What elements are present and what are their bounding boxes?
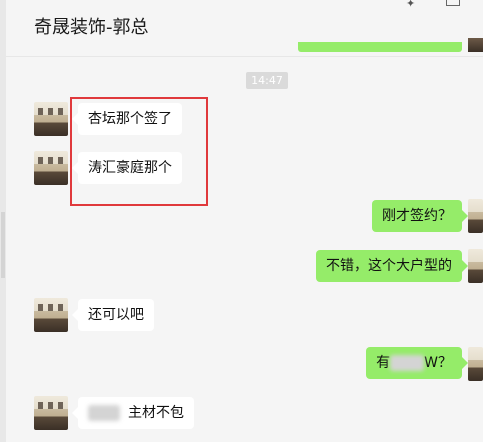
left-panel-edge [0,0,6,442]
message-bubble-outgoing[interactable]: 刚才签约？ [372,200,468,232]
message-text: 刚才签约？ [382,208,452,224]
contact-avatar[interactable] [34,298,68,332]
message-timestamp: 14:47 [246,72,288,89]
message-text-suffix: W？ [424,355,452,371]
message-bubble-outgoing[interactable]: 有 W？ [366,347,468,379]
contact-avatar[interactable] [34,151,68,185]
message-text-suffix: 主材不包 [128,405,184,421]
my-avatar[interactable] [468,347,483,381]
highlight-annotation-box [70,97,208,206]
message-bubble-incoming[interactable]: 主材不包 [72,397,194,429]
redacted-text [390,355,425,371]
message-bubble-outgoing[interactable]: 不错，这个大户型的 [316,250,468,282]
chat-title: 奇晟装饰-郭总 [34,17,149,38]
contact-avatar[interactable] [34,396,68,430]
message-text: 不错，这个大户型的 [326,258,452,274]
message-text: 还可以吧 [88,307,144,323]
pin-icon[interactable]: ✦ [406,0,420,11]
message-text-prefix: 有 [376,355,391,371]
my-avatar[interactable] [468,249,483,283]
avatar[interactable] [468,38,483,52]
redacted-text [88,405,120,421]
previous-outgoing-bubble [298,42,462,52]
window-restore-icon[interactable] [446,0,460,6]
message-bubble-incoming[interactable]: 还可以吧 [72,299,154,331]
contact-avatar[interactable] [34,102,68,136]
left-panel-scrollbar[interactable] [1,212,5,278]
my-avatar[interactable] [468,199,483,233]
